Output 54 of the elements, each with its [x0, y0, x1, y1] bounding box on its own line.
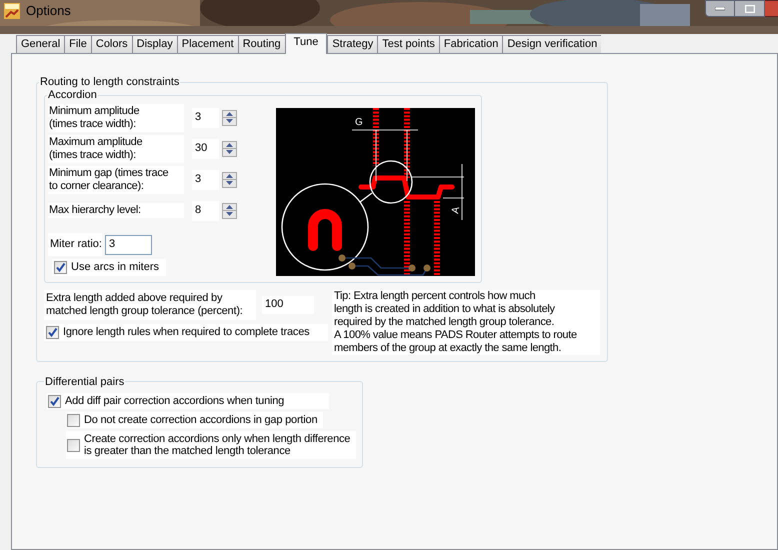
- number-field[interactable]: 3: [192, 108, 219, 128]
- maximize-icon: [744, 4, 754, 12]
- tab[interactable]: Fabrication: [438, 35, 502, 53]
- number-field[interactable]: 3: [192, 170, 219, 190]
- spin-up-button[interactable]: [222, 140, 237, 148]
- tab[interactable]: Routing: [238, 35, 285, 53]
- caret-up-icon: [226, 112, 233, 116]
- number-field[interactable]: 30: [192, 138, 219, 158]
- checkbox[interactable]: [48, 394, 61, 408]
- spin-up-button[interactable]: [222, 202, 237, 210]
- dimension-label: A: [450, 206, 462, 214]
- tip-text: Tip: Extra length percent controls how much length is created in addition to what is absolutely required by the matched length group tolerance. A 100% value means PADS Router attempts to route members of the group at exactly the same length.: [332, 290, 600, 354]
- checkbox-label: Ignore length rules when required to complete traces: [63, 324, 310, 340]
- input-field[interactable]: 100: [262, 296, 314, 314]
- dimension-label: G: [355, 116, 363, 128]
- caret-up-icon: [226, 204, 233, 208]
- minimize-button[interactable]: [705, 0, 735, 17]
- tab[interactable]: Colors: [90, 35, 132, 53]
- tab[interactable]: Display: [132, 35, 177, 53]
- spin-up-button[interactable]: [222, 172, 237, 180]
- spin-up-button[interactable]: [222, 110, 237, 118]
- window-title: Options: [26, 2, 71, 20]
- group-title: Accordion: [47, 88, 98, 102]
- caret-up-icon: [226, 142, 233, 146]
- tab[interactable]: Placement: [176, 35, 238, 53]
- tab[interactable]: Test points: [377, 35, 439, 53]
- field-label: Max hierarchy level:: [48, 203, 184, 218]
- tab[interactable]: General: [16, 35, 64, 53]
- minimize-icon: [715, 6, 725, 10]
- field-label: Minimum gap (times trace to corner clearance):: [48, 166, 184, 194]
- checkbox[interactable]: [46, 326, 59, 338]
- checkbox[interactable]: [67, 414, 80, 426]
- input-field[interactable]: 3: [104, 234, 152, 254]
- tab[interactable]: Strategy: [327, 35, 378, 53]
- field-label: Miter ratio:: [48, 233, 102, 256]
- checkbox-label: Create correction accordions only when length difference is greater than the matched length tolerance: [84, 432, 350, 459]
- checkbox-label: Do not create correction accordions in gap portion: [84, 413, 318, 428]
- tab[interactable]: File: [64, 35, 91, 53]
- field-label: Minimum amplitude (times trace width):: [48, 104, 184, 132]
- tab[interactable]: Tune: [284, 33, 328, 54]
- maximize-button[interactable]: [735, 0, 765, 17]
- checkbox-label: Add diff pair correction accordions when tuning: [65, 394, 284, 409]
- app-icon: [4, 3, 20, 19]
- caret-up-icon: [226, 174, 233, 178]
- group-title: Differential pairs: [44, 374, 126, 390]
- checkbox[interactable]: [54, 260, 67, 274]
- checkbox-label: Use arcs in miters: [71, 260, 160, 275]
- group-title: Routing to length constraints: [39, 75, 180, 90]
- field-label: Maximum amplitude (times trace width):: [48, 134, 184, 162]
- number-field[interactable]: 8: [192, 200, 219, 220]
- close-button[interactable]: [765, 0, 778, 17]
- checkbox[interactable]: [67, 438, 80, 452]
- tab[interactable]: Design verification: [502, 35, 602, 53]
- field-label: Extra length added above required by matched length group tolerance (percent):: [44, 290, 256, 320]
